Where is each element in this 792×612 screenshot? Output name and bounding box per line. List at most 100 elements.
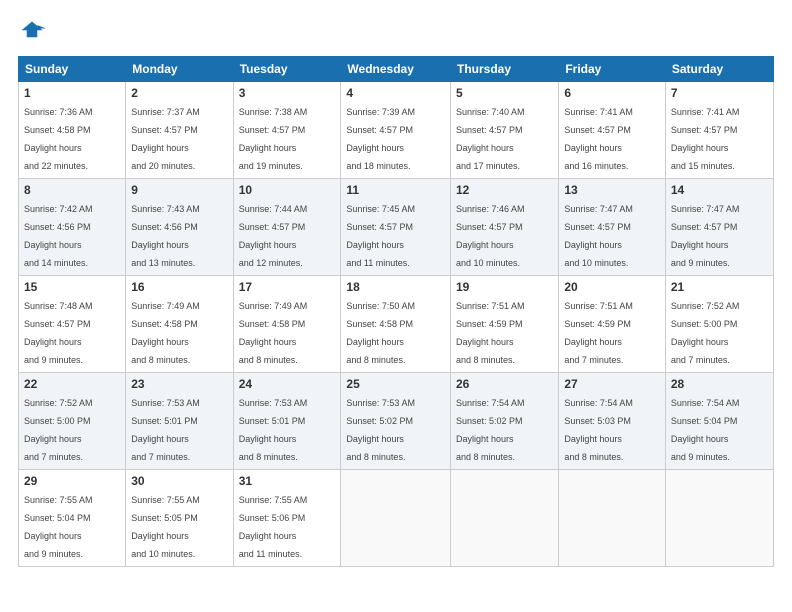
calendar-day-cell: 13 Sunrise: 7:47 AMSunset: 4:57 PMDaylig…: [559, 179, 666, 276]
day-detail: Sunrise: 7:54 AMSunset: 5:02 PMDaylight …: [456, 398, 525, 462]
calendar-day-cell: 28 Sunrise: 7:54 AMSunset: 5:04 PMDaylig…: [665, 373, 773, 470]
day-detail: Sunrise: 7:45 AMSunset: 4:57 PMDaylight …: [346, 204, 415, 268]
calendar-day-cell: 27 Sunrise: 7:54 AMSunset: 5:03 PMDaylig…: [559, 373, 666, 470]
calendar-day-cell: 25 Sunrise: 7:53 AMSunset: 5:02 PMDaylig…: [341, 373, 451, 470]
day-detail: Sunrise: 7:55 AMSunset: 5:04 PMDaylight …: [24, 495, 93, 559]
day-number: 10: [239, 183, 336, 197]
calendar-day-cell: 18 Sunrise: 7:50 AMSunset: 4:58 PMDaylig…: [341, 276, 451, 373]
calendar-day-cell: 23 Sunrise: 7:53 AMSunset: 5:01 PMDaylig…: [126, 373, 233, 470]
day-number: 18: [346, 280, 445, 294]
day-number: 3: [239, 86, 336, 100]
day-detail: Sunrise: 7:51 AMSunset: 4:59 PMDaylight …: [456, 301, 525, 365]
weekday-header: Friday: [559, 57, 666, 82]
calendar-day-cell: 2 Sunrise: 7:37 AMSunset: 4:57 PMDayligh…: [126, 82, 233, 179]
day-number: 1: [24, 86, 120, 100]
day-detail: Sunrise: 7:49 AMSunset: 4:58 PMDaylight …: [239, 301, 308, 365]
calendar-day-cell: 19 Sunrise: 7:51 AMSunset: 4:59 PMDaylig…: [451, 276, 559, 373]
calendar-week-row: 8 Sunrise: 7:42 AMSunset: 4:56 PMDayligh…: [19, 179, 774, 276]
calendar-day-cell: [341, 470, 451, 567]
day-number: 17: [239, 280, 336, 294]
day-number: 7: [671, 86, 768, 100]
calendar-day-cell: 7 Sunrise: 7:41 AMSunset: 4:57 PMDayligh…: [665, 82, 773, 179]
calendar-day-cell: 1 Sunrise: 7:36 AMSunset: 4:58 PMDayligh…: [19, 82, 126, 179]
day-number: 21: [671, 280, 768, 294]
logo: [18, 18, 50, 46]
calendar-day-cell: 26 Sunrise: 7:54 AMSunset: 5:02 PMDaylig…: [451, 373, 559, 470]
day-number: 28: [671, 377, 768, 391]
day-detail: Sunrise: 7:55 AMSunset: 5:06 PMDaylight …: [239, 495, 308, 559]
day-detail: Sunrise: 7:55 AMSunset: 5:05 PMDaylight …: [131, 495, 200, 559]
day-number: 16: [131, 280, 227, 294]
day-detail: Sunrise: 7:41 AMSunset: 4:57 PMDaylight …: [564, 107, 633, 171]
day-number: 6: [564, 86, 660, 100]
day-number: 30: [131, 474, 227, 488]
day-detail: Sunrise: 7:48 AMSunset: 4:57 PMDaylight …: [24, 301, 93, 365]
calendar-day-cell: 31 Sunrise: 7:55 AMSunset: 5:06 PMDaylig…: [233, 470, 341, 567]
day-number: 20: [564, 280, 660, 294]
header: [18, 18, 774, 46]
calendar-week-row: 22 Sunrise: 7:52 AMSunset: 5:00 PMDaylig…: [19, 373, 774, 470]
weekday-header: Wednesday: [341, 57, 451, 82]
day-number: 29: [24, 474, 120, 488]
day-number: 11: [346, 183, 445, 197]
page: SundayMondayTuesdayWednesdayThursdayFrid…: [0, 0, 792, 612]
calendar-day-cell: [665, 470, 773, 567]
calendar-day-cell: 29 Sunrise: 7:55 AMSunset: 5:04 PMDaylig…: [19, 470, 126, 567]
day-number: 27: [564, 377, 660, 391]
calendar-day-cell: [451, 470, 559, 567]
calendar-day-cell: 20 Sunrise: 7:51 AMSunset: 4:59 PMDaylig…: [559, 276, 666, 373]
weekday-header: Thursday: [451, 57, 559, 82]
calendar-day-cell: 30 Sunrise: 7:55 AMSunset: 5:05 PMDaylig…: [126, 470, 233, 567]
calendar-week-row: 1 Sunrise: 7:36 AMSunset: 4:58 PMDayligh…: [19, 82, 774, 179]
day-number: 25: [346, 377, 445, 391]
weekday-header: Saturday: [665, 57, 773, 82]
weekday-header: Tuesday: [233, 57, 341, 82]
calendar-week-row: 29 Sunrise: 7:55 AMSunset: 5:04 PMDaylig…: [19, 470, 774, 567]
calendar-table: SundayMondayTuesdayWednesdayThursdayFrid…: [18, 56, 774, 567]
day-detail: Sunrise: 7:42 AMSunset: 4:56 PMDaylight …: [24, 204, 93, 268]
day-detail: Sunrise: 7:41 AMSunset: 4:57 PMDaylight …: [671, 107, 740, 171]
day-detail: Sunrise: 7:46 AMSunset: 4:57 PMDaylight …: [456, 204, 525, 268]
day-detail: Sunrise: 7:49 AMSunset: 4:58 PMDaylight …: [131, 301, 200, 365]
calendar-day-cell: 21 Sunrise: 7:52 AMSunset: 5:00 PMDaylig…: [665, 276, 773, 373]
calendar-day-cell: 5 Sunrise: 7:40 AMSunset: 4:57 PMDayligh…: [451, 82, 559, 179]
day-number: 22: [24, 377, 120, 391]
calendar-day-cell: 14 Sunrise: 7:47 AMSunset: 4:57 PMDaylig…: [665, 179, 773, 276]
day-number: 26: [456, 377, 553, 391]
day-detail: Sunrise: 7:43 AMSunset: 4:56 PMDaylight …: [131, 204, 200, 268]
calendar-day-cell: 6 Sunrise: 7:41 AMSunset: 4:57 PMDayligh…: [559, 82, 666, 179]
calendar-day-cell: 12 Sunrise: 7:46 AMSunset: 4:57 PMDaylig…: [451, 179, 559, 276]
logo-icon: [18, 18, 46, 46]
day-number: 15: [24, 280, 120, 294]
day-detail: Sunrise: 7:40 AMSunset: 4:57 PMDaylight …: [456, 107, 525, 171]
calendar-day-cell: 22 Sunrise: 7:52 AMSunset: 5:00 PMDaylig…: [19, 373, 126, 470]
calendar-day-cell: 15 Sunrise: 7:48 AMSunset: 4:57 PMDaylig…: [19, 276, 126, 373]
day-detail: Sunrise: 7:54 AMSunset: 5:04 PMDaylight …: [671, 398, 740, 462]
calendar-day-cell: 11 Sunrise: 7:45 AMSunset: 4:57 PMDaylig…: [341, 179, 451, 276]
day-detail: Sunrise: 7:39 AMSunset: 4:57 PMDaylight …: [346, 107, 415, 171]
day-number: 14: [671, 183, 768, 197]
day-detail: Sunrise: 7:54 AMSunset: 5:03 PMDaylight …: [564, 398, 633, 462]
day-number: 4: [346, 86, 445, 100]
calendar-header-row: SundayMondayTuesdayWednesdayThursdayFrid…: [19, 57, 774, 82]
calendar-day-cell: 4 Sunrise: 7:39 AMSunset: 4:57 PMDayligh…: [341, 82, 451, 179]
day-number: 9: [131, 183, 227, 197]
day-detail: Sunrise: 7:36 AMSunset: 4:58 PMDaylight …: [24, 107, 93, 171]
day-number: 8: [24, 183, 120, 197]
calendar-day-cell: 8 Sunrise: 7:42 AMSunset: 4:56 PMDayligh…: [19, 179, 126, 276]
day-number: 5: [456, 86, 553, 100]
day-number: 24: [239, 377, 336, 391]
calendar-day-cell: 24 Sunrise: 7:53 AMSunset: 5:01 PMDaylig…: [233, 373, 341, 470]
day-detail: Sunrise: 7:52 AMSunset: 5:00 PMDaylight …: [671, 301, 740, 365]
day-detail: Sunrise: 7:52 AMSunset: 5:00 PMDaylight …: [24, 398, 93, 462]
day-detail: Sunrise: 7:53 AMSunset: 5:01 PMDaylight …: [131, 398, 200, 462]
day-detail: Sunrise: 7:37 AMSunset: 4:57 PMDaylight …: [131, 107, 200, 171]
day-detail: Sunrise: 7:47 AMSunset: 4:57 PMDaylight …: [671, 204, 740, 268]
day-detail: Sunrise: 7:50 AMSunset: 4:58 PMDaylight …: [346, 301, 415, 365]
calendar-day-cell: 3 Sunrise: 7:38 AMSunset: 4:57 PMDayligh…: [233, 82, 341, 179]
calendar-day-cell: [559, 470, 666, 567]
day-detail: Sunrise: 7:38 AMSunset: 4:57 PMDaylight …: [239, 107, 308, 171]
weekday-header: Monday: [126, 57, 233, 82]
day-detail: Sunrise: 7:47 AMSunset: 4:57 PMDaylight …: [564, 204, 633, 268]
calendar-week-row: 15 Sunrise: 7:48 AMSunset: 4:57 PMDaylig…: [19, 276, 774, 373]
